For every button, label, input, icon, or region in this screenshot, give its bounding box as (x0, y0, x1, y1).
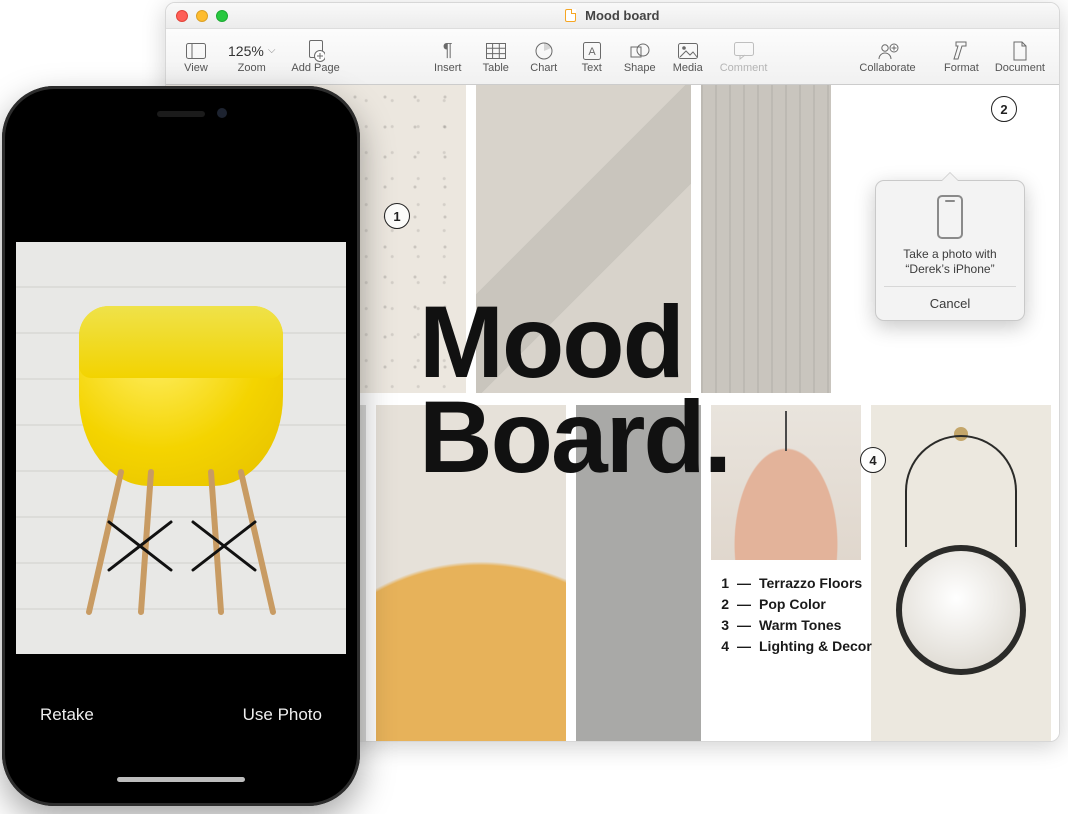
media-button[interactable]: Media (666, 38, 710, 76)
popover-message-line2: “Derek’s iPhone” (884, 262, 1016, 276)
home-indicator[interactable] (117, 777, 245, 782)
window-title-text: Mood board (585, 8, 659, 23)
popover-message-line1: Take a photo with (884, 247, 1016, 261)
collaborate-label: Collaborate (859, 62, 915, 74)
iphone-outline-icon (937, 195, 963, 239)
legend-item: 3—Warm Tones (711, 615, 872, 636)
shape-label: Shape (624, 62, 656, 74)
text-label: Text (582, 62, 602, 74)
zoom-value: 125%⌵ (228, 40, 275, 62)
svg-text:A: A (588, 46, 596, 58)
window-titlebar[interactable]: Mood board (166, 3, 1059, 29)
iphone-device: Retake Use Photo (2, 86, 360, 806)
collaborate-button[interactable]: Collaborate (853, 38, 921, 76)
chevron-down-icon: ⌵ (268, 45, 276, 56)
collaborate-icon (877, 40, 899, 62)
table-button[interactable]: Table (474, 38, 518, 76)
insert-button[interactable]: ¶ Insert (426, 38, 470, 76)
image-mirror[interactable] (871, 405, 1051, 742)
format-label: Format (944, 62, 979, 74)
retake-button[interactable]: Retake (40, 705, 94, 725)
comment-icon (734, 40, 754, 62)
comment-button: Comment (714, 38, 774, 76)
shape-button[interactable]: Shape (618, 38, 662, 76)
document-icon (565, 9, 576, 22)
legend-list[interactable]: 1—Terrazzo Floors 2—Pop Color 3—Warm Ton… (711, 573, 872, 657)
iphone-notch (97, 100, 265, 128)
document-title[interactable]: Mood Board. (419, 295, 730, 485)
text-icon: A (583, 40, 601, 62)
insert-label: Insert (434, 62, 462, 74)
yellow-chair (61, 272, 301, 622)
callout-marker-1[interactable]: 1 (384, 203, 410, 229)
add-page-label: Add Page (291, 62, 339, 74)
comment-label: Comment (720, 62, 768, 74)
continuity-camera-popover: Take a photo with “Derek’s iPhone” Cance… (875, 180, 1025, 321)
format-icon (952, 40, 970, 62)
camera-action-bar: Retake Use Photo (16, 664, 346, 792)
pilcrow-icon: ¶ (443, 40, 453, 62)
media-icon (678, 40, 698, 62)
add-page-button[interactable]: Add Page (285, 38, 345, 76)
add-page-icon (307, 40, 325, 62)
view-button[interactable]: View (174, 38, 218, 76)
callout-marker-4[interactable]: 4 (860, 447, 886, 473)
sidebar-icon (186, 40, 206, 62)
text-button[interactable]: A Text (570, 38, 614, 76)
table-icon (486, 40, 506, 62)
iphone-screen: Retake Use Photo (16, 100, 346, 792)
image-pendant-lamp[interactable] (711, 405, 861, 560)
legend-item: 4—Lighting & Decor (711, 636, 872, 657)
callout-marker-2[interactable]: 2 (991, 96, 1017, 122)
use-photo-button[interactable]: Use Photo (243, 705, 322, 725)
title-line2: Board. (419, 390, 730, 485)
chart-button[interactable]: Chart (522, 38, 566, 76)
document-label: Document (995, 62, 1045, 74)
format-button[interactable]: Format (938, 38, 985, 76)
zoom-label: Zoom (238, 62, 266, 74)
document-tool-icon (1012, 40, 1028, 62)
chart-icon (535, 40, 553, 62)
legend-item: 1—Terrazzo Floors (711, 573, 872, 594)
chart-label: Chart (530, 62, 557, 74)
mirror-decor (896, 545, 1026, 675)
shape-icon (630, 40, 650, 62)
title-line1: Mood (419, 295, 730, 390)
window-title: Mood board (166, 8, 1059, 23)
cancel-button[interactable]: Cancel (884, 286, 1016, 320)
media-label: Media (673, 62, 703, 74)
camera-preview (16, 242, 346, 654)
view-label: View (184, 62, 208, 74)
table-label: Table (483, 62, 509, 74)
zoom-button[interactable]: 125%⌵ Zoom (222, 38, 281, 76)
mirror-strap-decor (905, 435, 1017, 547)
toolbar: View 125%⌵ Zoom Add Page ¶ Insert Table (166, 29, 1059, 85)
document-button[interactable]: Document (989, 38, 1051, 76)
legend-item: 2—Pop Color (711, 594, 872, 615)
